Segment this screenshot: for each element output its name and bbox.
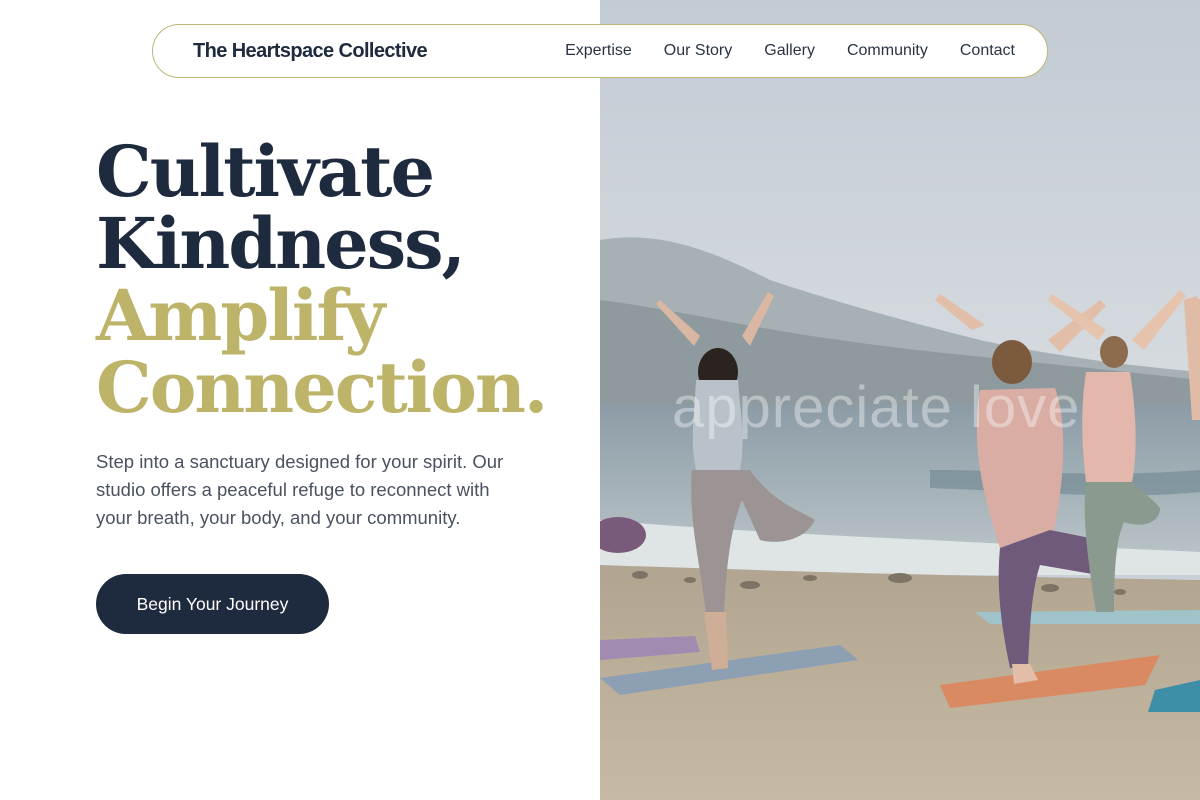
nav-links: Expertise Our Story Gallery Community Co… bbox=[565, 42, 1015, 60]
begin-journey-button[interactable]: Begin Your Journey bbox=[96, 574, 329, 634]
top-nav: The Heartspace Collective Expertise Our … bbox=[152, 24, 1048, 78]
nav-link-our-story[interactable]: Our Story bbox=[664, 42, 732, 60]
hero-intro: Step into a sanctuary designed for your … bbox=[96, 451, 504, 528]
headline-line-3: Amplify bbox=[96, 274, 385, 357]
nav-link-expertise[interactable]: Expertise bbox=[565, 42, 632, 60]
nav-link-contact[interactable]: Contact bbox=[960, 42, 1015, 60]
hero-section: Cultivate Kindness, Amplify Connection. … bbox=[96, 136, 576, 634]
headline-line-1: Cultivate bbox=[96, 130, 435, 213]
nav-link-community[interactable]: Community bbox=[847, 42, 928, 60]
brand-logo[interactable]: The Heartspace Collective bbox=[193, 40, 428, 63]
beach-yoga-illustration bbox=[600, 0, 1200, 800]
headline-line-2: Kindness, bbox=[96, 202, 466, 285]
hero-headline: Cultivate Kindness, Amplify Connection. bbox=[96, 136, 576, 424]
nav-link-gallery[interactable]: Gallery bbox=[764, 42, 815, 60]
hero-photo: appreciate love bbox=[600, 0, 1200, 800]
headline-line-4: Connection. bbox=[96, 346, 548, 429]
